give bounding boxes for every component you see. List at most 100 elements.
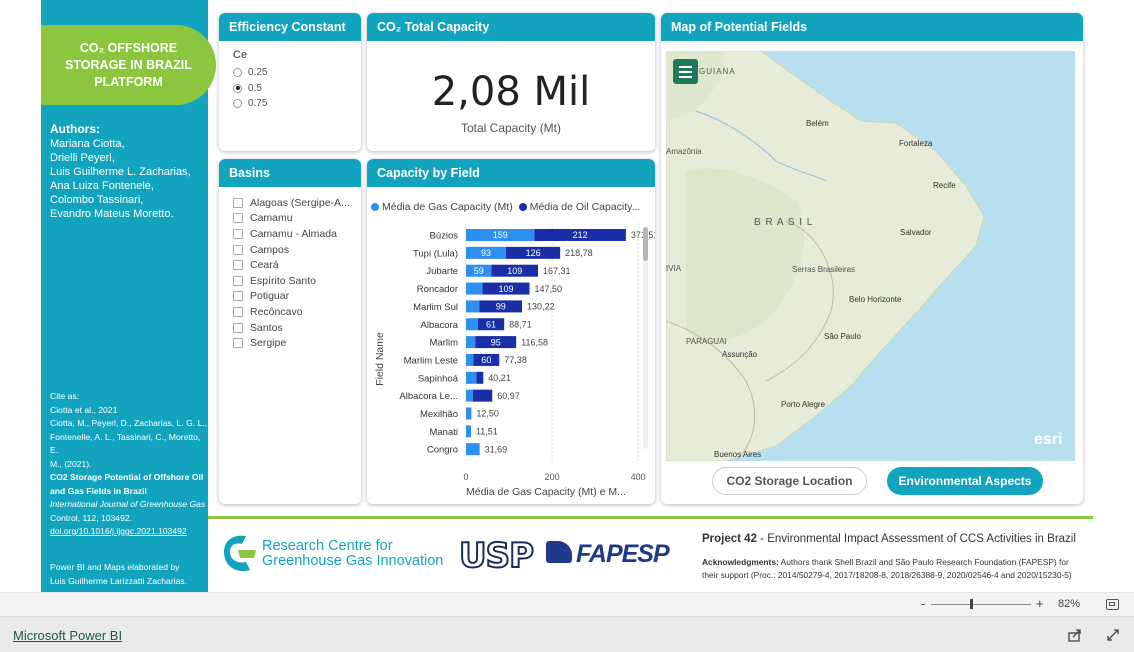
bar-value-label: 95 (491, 337, 501, 347)
fapesp-logo-mark (546, 541, 572, 563)
map-menu-icon[interactable] (673, 59, 698, 84)
bar-value-label: 212 (573, 230, 588, 240)
map-label-paraguai: PARAGUAI (686, 337, 727, 346)
radio-icon (233, 99, 242, 109)
field-name-label: Roncador (417, 284, 458, 295)
map-label-assuncao: Assunção (722, 350, 758, 359)
checkbox-icon (233, 291, 243, 302)
basin-label: Camamu - Almada (250, 227, 337, 240)
banner-divider (208, 516, 1093, 519)
basin-checkbox[interactable]: Alagoas (Sergipe-A... (233, 195, 359, 211)
map-label-salvador: Salvador (900, 228, 932, 237)
chart-scrollbar-thumb[interactable] (643, 227, 648, 261)
map-label-serras: Serras Brasileiras (792, 265, 856, 274)
zoom-in-button[interactable]: + (1036, 596, 1044, 611)
radio-label: 0.75 (248, 98, 268, 110)
map-label-belem: Belém (806, 119, 829, 128)
basin-label: Ceará (250, 259, 279, 272)
zoom-out-button[interactable]: - (921, 596, 925, 611)
checkbox-icon (233, 322, 243, 333)
powerbi-footer: Microsoft Power BI (0, 616, 1134, 652)
rcgi-line-2: Greenhouse Gas Innovation (262, 553, 444, 569)
legend-oil-marker (518, 203, 527, 211)
capacity-by-field-title: Capacity by Field (367, 159, 655, 187)
fullscreen-icon[interactable] (1106, 628, 1120, 642)
zoom-bar: - + 82% (0, 592, 1134, 616)
radio-option-075[interactable]: 0.75 (233, 96, 267, 112)
bar-value-label: 60 (481, 355, 491, 365)
ack-text-2: their support (Proc.: 2014/50279-4, 2017… (702, 570, 1072, 580)
checkbox-icon (233, 338, 243, 349)
bar-value-label: 99 (496, 302, 506, 312)
project-title: Project 42 - Environmental Impact Assess… (702, 533, 1076, 545)
basin-checkbox[interactable]: Campos (233, 242, 359, 258)
bar-total-label: 31,69 (485, 444, 508, 454)
bar-value-label: 126 (526, 248, 541, 258)
environmental-aspects-button[interactable]: Environmental Aspects (887, 467, 1043, 495)
ack-heading: Acknowledgments: (702, 557, 779, 567)
capacity-by-field-card: Capacity by Field Média de Gas Capacity … (367, 159, 655, 504)
map-label-recife: Recife (933, 181, 956, 190)
gas-capacity-bar (466, 389, 473, 402)
efficiency-field-label: Ce (233, 49, 248, 61)
gas-capacity-bar (466, 371, 477, 384)
bar-total-label: 40,21 (488, 373, 511, 383)
cite-line: Fontenelle, A. L., Tassinari, C., Morett… (50, 431, 201, 456)
basin-checkbox[interactable]: Espírito Santo (233, 273, 359, 289)
x-tick-label: 200 (545, 472, 560, 482)
bar-value-label: 61 (486, 319, 496, 329)
cite-line: Ciotta, M., Peyerl, D., Zacharias, L. G.… (50, 418, 208, 428)
cite-title: CO2 Storage Potential of Offshore Oil (50, 472, 204, 482)
gas-capacity-bar (466, 443, 480, 456)
bar-total-label: 88,71 (509, 319, 532, 329)
cite-title: and Gas Fields in Brazil (50, 485, 147, 496)
cite-line: Ciotta et al., 2021 (50, 404, 118, 415)
radio-label: 0.5 (248, 82, 262, 94)
co2-storage-location-button[interactable]: CO2 Storage Location (712, 467, 867, 495)
basin-checkbox[interactable]: Sergipe (233, 335, 359, 351)
zoom-slider-thumb[interactable] (970, 599, 973, 609)
basin-label: Potiguar (250, 290, 290, 303)
oil-capacity-bar (476, 371, 484, 384)
field-name-label: Albacora Le... (399, 391, 458, 402)
chart-scrollbar-track[interactable] (643, 227, 648, 449)
bar-value-label: 109 (507, 266, 522, 276)
author-2: Drielli Peyerl, (50, 152, 115, 164)
legend-gas-marker (371, 203, 379, 211)
bar-value-label: 109 (499, 284, 514, 294)
citation-block: Cite as: Ciotta et al., 2021 Ciotta, M.,… (50, 390, 210, 539)
basin-checkbox[interactable]: Recôncavo (233, 304, 359, 320)
gas-capacity-bar (466, 282, 483, 295)
map-view[interactable]: GUIANA Belém Fortaleza Amazônia Recife B… (666, 51, 1075, 461)
total-capacity-title: CO₂ Total Capacity (367, 13, 655, 41)
basin-checkbox[interactable]: Ceará (233, 257, 359, 273)
bar-total-label: 116,58 (521, 337, 548, 347)
legend-oil-label: Média de Oil Capacity... (529, 201, 641, 213)
radio-icon (233, 68, 242, 78)
usp-logo: USP (458, 535, 535, 577)
doi-link[interactable]: doi.org/10.1016/j.ijggc.2021.103492 (50, 525, 210, 539)
powerbi-link[interactable]: Microsoft Power BI (13, 628, 122, 643)
basin-checkbox[interactable]: Camamu (233, 211, 359, 227)
basin-checkbox[interactable]: Potiguar (233, 289, 359, 305)
bar-value-label: 159 (493, 230, 508, 240)
gas-capacity-bar (466, 425, 471, 438)
x-tick-label: 0 (463, 472, 468, 482)
radio-option-05[interactable]: 0.5 (233, 81, 267, 97)
field-name-label: Marlim Sul (413, 302, 458, 313)
total-capacity-card: CO₂ Total Capacity 2,08 Mil Total Capaci… (367, 13, 655, 151)
checkbox-icon (233, 228, 243, 239)
bar-total-label: 12,50 (476, 409, 499, 419)
checkbox-icon (233, 197, 243, 208)
field-name-label: Búzios (429, 231, 458, 242)
radio-option-025[interactable]: 0.25 (233, 65, 267, 81)
map-label-brasil: B R A S I L (754, 217, 814, 228)
map-label-sao-paulo: São Paulo (824, 332, 861, 341)
basin-checkbox[interactable]: Camamu - Almada (233, 226, 359, 242)
bar-total-label: 60,97 (497, 391, 520, 401)
share-icon[interactable] (1068, 628, 1082, 642)
author-3: Luis Guilherme L. Zacharias, (50, 166, 191, 178)
fit-to-page-icon[interactable] (1106, 599, 1119, 610)
basin-checkbox[interactable]: Santos (233, 320, 359, 336)
zoom-slider-track[interactable] (931, 604, 1031, 605)
